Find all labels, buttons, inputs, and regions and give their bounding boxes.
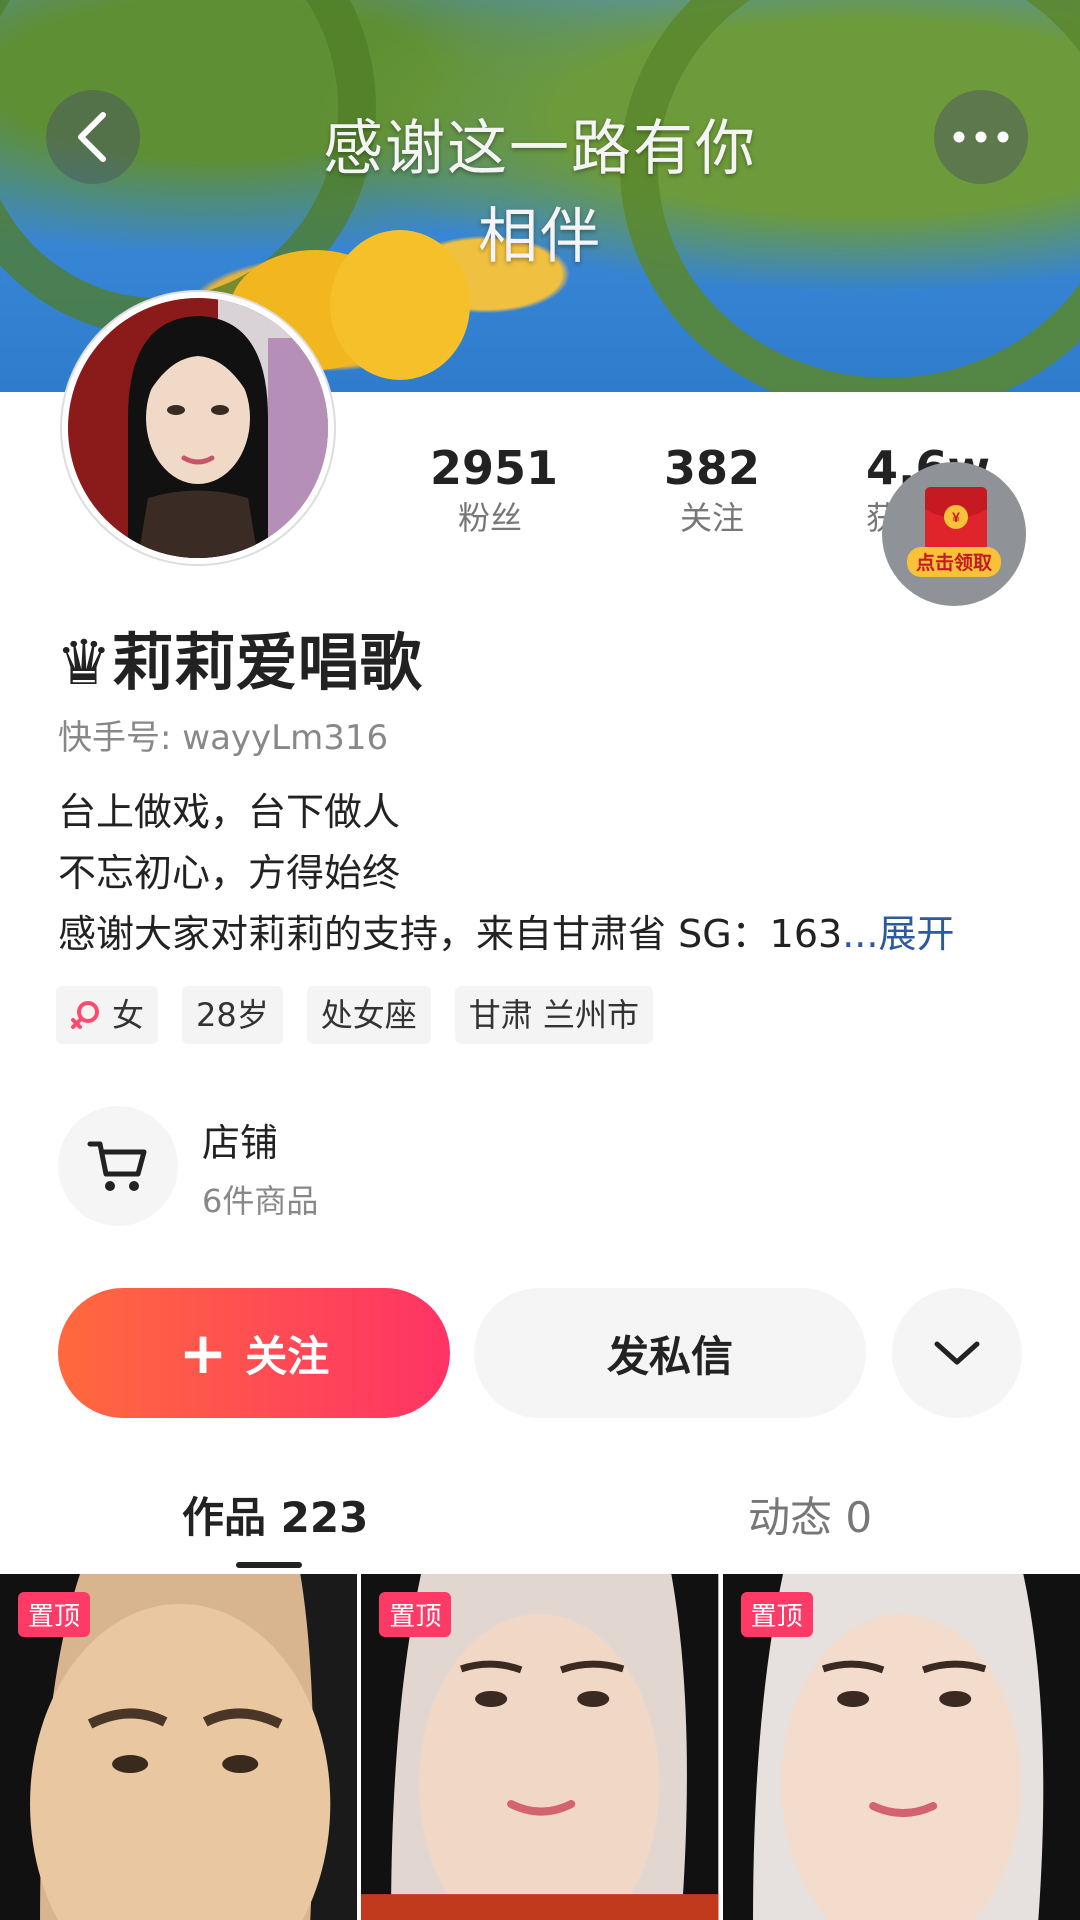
red-packet-symbol: ¥: [952, 509, 960, 525]
video-thumbnail[interactable]: 置顶: [0, 1574, 358, 1920]
back-button[interactable]: [46, 90, 140, 184]
red-packet-button[interactable]: ¥ 点击领取: [882, 462, 1026, 606]
bio-line: 台上做戏，台下做人: [58, 790, 401, 834]
profile-name: ♛莉莉爱唱歌: [56, 612, 422, 702]
send-message-button[interactable]: 发私信: [474, 1288, 866, 1418]
name-text: 莉莉爱唱歌: [111, 626, 422, 699]
stat-following[interactable]: 382 关注: [652, 440, 772, 540]
shop-title[interactable]: 店铺: [202, 1112, 278, 1167]
profile-tags: 女 28岁 处女座 甘肃 兰州市: [56, 986, 653, 1044]
following-label: 关注: [679, 499, 744, 537]
bio-expand-link[interactable]: 展开: [878, 912, 954, 956]
bio: 台上做戏，台下做人 不忘初心，方得始终 感谢大家对莉莉的支持，来自甘肃省 SG：…: [58, 782, 954, 965]
fans-label: 粉丝: [457, 499, 522, 537]
shop-item-count: 6件商品: [202, 1182, 319, 1220]
more-button[interactable]: [934, 90, 1028, 184]
crown-icon: ♛: [56, 626, 112, 699]
video-grid: 置顶 置顶 置顶: [0, 1574, 1080, 1920]
red-packet-label: 点击领取: [916, 551, 992, 574]
pinned-badge: 置顶: [18, 1592, 91, 1637]
shopping-cart-icon: [87, 1141, 147, 1191]
pinned-badge: 置顶: [740, 1592, 813, 1637]
active-tab-indicator: [236, 1562, 302, 1568]
fans-count: 2951: [430, 441, 559, 495]
tag-zodiac: 处女座: [306, 986, 431, 1044]
kuaishou-id[interactable]: 快手号: wayyLm316: [58, 710, 388, 759]
bio-line: 不忘初心，方得始终: [58, 851, 401, 895]
tag-age: 28岁: [182, 986, 283, 1044]
following-count: 382: [663, 441, 761, 495]
avatar[interactable]: [62, 292, 334, 564]
bio-ellipsis: ...: [842, 912, 879, 956]
tag-gender: 女: [56, 986, 159, 1044]
stat-fans[interactable]: 2951 粉丝: [430, 440, 559, 540]
tab-works[interactable]: 作品 223: [182, 1484, 368, 1545]
shop-icon-button[interactable]: [58, 1106, 178, 1226]
more-horizontal-icon: [953, 131, 1009, 143]
banner-text: 感谢这一路有你 相伴: [323, 114, 757, 272]
avatar-image: [68, 298, 328, 558]
chevron-left-icon: [78, 112, 106, 162]
female-icon: [71, 1001, 99, 1029]
plus-icon: +: [178, 1319, 228, 1387]
follow-label: 关注: [245, 1331, 330, 1381]
video-thumbnail[interactable]: 置顶: [361, 1574, 719, 1920]
red-envelope-icon: ¥ 点击领取: [907, 487, 1001, 577]
bio-line: 感谢大家对莉莉的支持，来自甘肃省 SG：163...展开: [58, 912, 955, 956]
pinned-badge: 置顶: [379, 1592, 452, 1637]
follow-button[interactable]: + 关注: [58, 1288, 450, 1418]
video-thumbnail[interactable]: 置顶: [722, 1574, 1080, 1920]
tag-location: 甘肃 兰州市: [454, 986, 653, 1044]
chevron-down-icon: [934, 1341, 980, 1365]
tab-moments[interactable]: 动态 0: [748, 1484, 872, 1545]
more-actions-dropdown[interactable]: [892, 1288, 1022, 1418]
